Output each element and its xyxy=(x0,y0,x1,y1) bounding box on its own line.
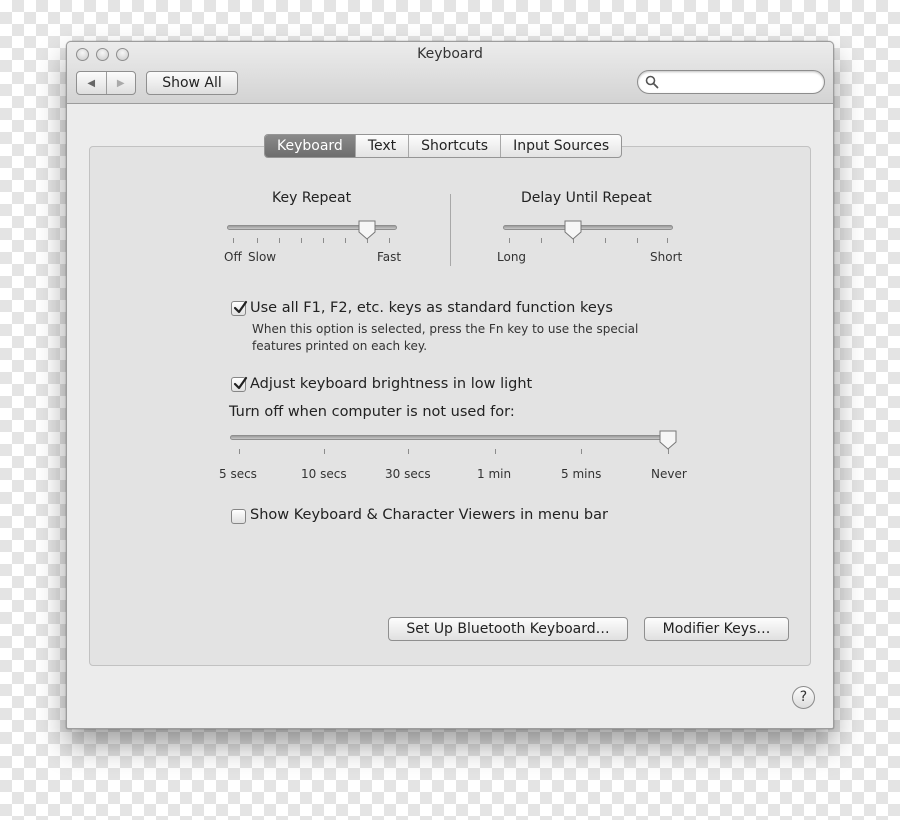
function-keys-checkbox[interactable] xyxy=(231,300,248,316)
delay-short-label: Short xyxy=(650,250,683,264)
keyboard-preferences-window: Keyboard ◀ ▶ Show All Keyboard Text Shor… xyxy=(66,41,834,729)
delay-tick xyxy=(637,238,638,243)
key-repeat-slider-thumb[interactable] xyxy=(357,220,377,240)
turn-off-slider-thumb[interactable] xyxy=(658,430,678,450)
search-input[interactable] xyxy=(664,74,814,90)
key-repeat-tick xyxy=(233,238,234,243)
turn-off-tick-label: 30 secs xyxy=(385,467,431,481)
turn-off-tick-label: 1 min xyxy=(477,467,512,481)
tab-text[interactable]: Text xyxy=(354,135,408,157)
help-button[interactable]: ? xyxy=(792,686,815,709)
key-repeat-off-label: Off xyxy=(224,250,242,264)
tab-input-sources[interactable]: Input Sources xyxy=(500,135,621,157)
set-up-bluetooth-keyboard-button[interactable]: Set Up Bluetooth Keyboard… xyxy=(388,617,628,641)
back-button[interactable]: ◀ xyxy=(77,72,106,94)
brightness-checkbox[interactable] xyxy=(231,376,248,392)
title-bar[interactable]: Keyboard ◀ ▶ Show All xyxy=(67,42,833,104)
keyboard-viewer-checkbox[interactable] xyxy=(231,509,246,524)
turn-off-tick xyxy=(581,449,582,454)
turn-off-tick-label: 5 secs xyxy=(219,467,257,481)
forward-button[interactable]: ▶ xyxy=(105,72,136,94)
modifier-keys-button[interactable]: Modifier Keys… xyxy=(644,617,789,641)
turn-off-tick xyxy=(495,449,496,454)
key-repeat-tick xyxy=(323,238,324,243)
key-repeat-fast-label: Fast xyxy=(377,250,402,264)
function-keys-description-line-2: features printed on each key. xyxy=(252,339,428,353)
keyboard-viewer-label[interactable]: Show Keyboard & Character Viewers in men… xyxy=(250,507,608,523)
key-repeat-label: Key Repeat xyxy=(272,190,352,206)
show-all-button[interactable]: Show All xyxy=(146,71,238,95)
tab-shortcuts[interactable]: Shortcuts xyxy=(408,135,500,157)
delay-until-repeat-label: Delay Until Repeat xyxy=(521,190,652,206)
tab-bar: Keyboard Text Shortcuts Input Sources xyxy=(264,134,623,158)
key-repeat-tick xyxy=(257,238,258,243)
function-keys-description-line-1: When this option is selected, press the … xyxy=(252,322,639,336)
turn-off-label: Turn off when computer is not used for: xyxy=(229,404,515,420)
delay-tick xyxy=(667,238,668,243)
checkmark-icon xyxy=(233,376,248,390)
key-repeat-slow-label: Slow xyxy=(248,250,277,264)
key-repeat-tick xyxy=(345,238,346,243)
navigation-buttons: ◀ ▶ xyxy=(76,71,136,95)
delay-tick xyxy=(541,238,542,243)
function-keys-description: When this option is selected, press the … xyxy=(252,321,672,355)
turn-off-tick xyxy=(239,449,240,454)
delay-tick xyxy=(605,238,606,243)
key-repeat-tick xyxy=(389,238,390,243)
turn-off-slider-track[interactable] xyxy=(230,435,676,440)
search-field[interactable] xyxy=(637,70,825,94)
delay-tick xyxy=(509,238,510,243)
key-repeat-tick xyxy=(279,238,280,243)
turn-off-tick-label: Never xyxy=(651,467,687,481)
window-title: Keyboard xyxy=(417,46,483,62)
turn-off-tick xyxy=(408,449,409,454)
turn-off-tick-label: 5 mins xyxy=(561,467,602,481)
delay-until-repeat-slider-track[interactable] xyxy=(503,225,673,230)
brightness-label[interactable]: Adjust keyboard brightness in low light xyxy=(250,376,532,392)
function-keys-label[interactable]: Use all F1, F2, etc. keys as standard fu… xyxy=(250,300,613,316)
delay-long-label: Long xyxy=(497,250,527,264)
search-icon xyxy=(645,75,659,89)
forward-arrow-icon: ▶ xyxy=(116,77,125,89)
tab-keyboard[interactable]: Keyboard xyxy=(265,135,355,157)
delay-until-repeat-slider-thumb[interactable] xyxy=(563,220,583,240)
slider-divider xyxy=(450,194,451,266)
checkmark-icon xyxy=(233,300,248,314)
back-arrow-icon: ◀ xyxy=(87,77,96,89)
key-repeat-tick xyxy=(301,238,302,243)
turn-off-tick-label: 10 secs xyxy=(301,467,347,481)
turn-off-tick xyxy=(324,449,325,454)
